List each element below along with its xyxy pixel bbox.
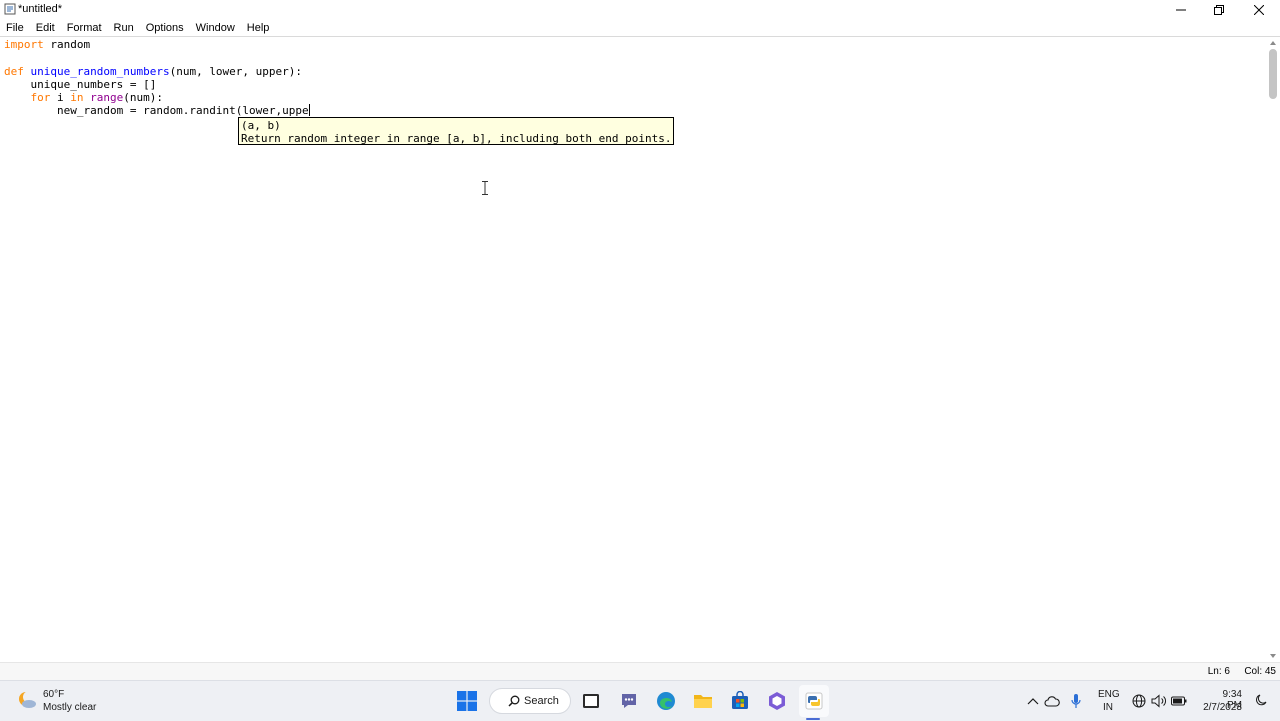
close-button[interactable] [1240,0,1278,20]
teams-chat-button[interactable] [617,689,641,713]
code-token: in [70,91,84,105]
code-token: (num, lower, upper): [169,64,303,78]
tray-overflow-button[interactable] [1025,693,1041,709]
status-line-number: Ln: 6 [1207,666,1230,677]
notification-icon [1256,694,1267,706]
speaker-icon [1151,694,1166,708]
title-bar[interactable]: *untitled* [0,0,1280,20]
start-button[interactable] [455,689,479,713]
globe-icon [1132,694,1146,708]
scroll-thumb[interactable] [1269,49,1277,99]
microphone-icon [1071,694,1081,708]
code-token: def [4,64,24,78]
scroll-down-icon[interactable] [1269,652,1277,660]
vertical-scrollbar[interactable] [1266,37,1280,662]
close-icon [1254,5,1264,15]
edge-icon [657,692,675,710]
chat-icon [622,694,636,708]
edge-browser-button[interactable] [654,689,678,713]
search-label: Search [524,695,559,707]
code-text[interactable]: import random def unique_random_numbers(… [4,38,310,118]
store-button[interactable] [728,689,752,713]
code-line[interactable]: new_random = random.randint(lower,uppe [4,104,310,117]
onedrive-button[interactable] [1044,693,1060,709]
code-line[interactable] [4,51,310,64]
status-bar: Ln: 6 Col: 45 [0,662,1280,681]
task-view-icon [583,694,599,708]
store-bag-icon [732,691,748,709]
weather-moon-cloud-icon[interactable] [16,689,38,711]
chevron-up-icon [1027,698,1039,705]
network-button[interactable] [1131,693,1147,709]
text-caret [308,104,310,117]
calltip-signature: (a, b) [241,119,281,132]
code-token: unique_random_numbers [30,64,170,78]
code-token: for [30,91,51,105]
python-idle-icon [4,3,16,15]
copilot-icon [769,692,785,710]
keyboard-region[interactable]: IN [1103,702,1113,713]
code-line[interactable]: def unique_random_numbers(num, lower, up… [4,65,310,78]
menu-run[interactable]: Run [108,19,140,37]
language-indicator[interactable]: ENG [1098,689,1120,700]
minimize-icon [1176,9,1186,11]
menu-format[interactable]: Format [61,19,108,37]
microphone-button[interactable] [1068,693,1084,709]
menu-edit[interactable]: Edit [30,19,61,37]
window-title: *untitled* [18,3,63,15]
taskbar: 60°F Mostly clear Search ENG IN 9:34 PM … [0,680,1280,721]
folder-icon [694,695,712,708]
code-token: random [43,38,91,51]
restore-icon [1214,5,1224,15]
python-idle-taskbar-button[interactable] [802,689,826,713]
menu-window[interactable]: Window [190,19,241,37]
mouse-ibeam-cursor-icon [482,181,488,195]
code-line[interactable]: import random [4,38,310,51]
code-token: unique_numbers = [] [4,77,157,91]
windows-logo-icon [457,691,477,711]
calltip-doc: Return random integer in range [a, b], i… [241,132,672,145]
code-token: i [50,91,71,105]
code-token: import [4,38,44,51]
cloud-icon [1044,696,1060,707]
menu-bar: File Edit Format Run Options Window Help [0,19,1280,37]
menu-file[interactable]: File [0,19,30,37]
code-token: new_random = random.randint(lower,uppe [4,104,309,118]
battery-button[interactable] [1171,693,1187,709]
menu-help[interactable]: Help [241,19,276,37]
scroll-up-icon[interactable] [1269,39,1277,47]
restore-button[interactable] [1200,0,1238,20]
python-icon [805,692,823,710]
code-editor[interactable]: import random def unique_random_numbers(… [0,37,1266,662]
battery-icon [1171,696,1187,706]
weather-temperature[interactable]: 60°F [43,689,64,700]
minimize-button[interactable] [1162,0,1200,20]
search-icon [508,695,520,707]
file-explorer-button[interactable] [691,689,715,713]
volume-button[interactable] [1151,693,1167,709]
code-line[interactable]: for i in range(num): [4,91,310,104]
copilot-button[interactable] [765,689,789,713]
status-column-number: Col: 45 [1244,666,1276,677]
code-token: range [90,91,124,105]
menu-options[interactable]: Options [140,19,190,37]
calltip-popup: (a, b) Return random integer in range [a… [238,117,674,145]
taskbar-search[interactable]: Search [489,688,571,714]
weather-description[interactable]: Mostly clear [43,702,96,713]
idle-editor-window: *untitled* File Edit Format Run Options Windo… [0,0,1280,681]
notification-button[interactable] [1252,693,1268,709]
code-token: (num): [123,91,163,105]
task-view-button[interactable] [579,689,603,713]
code-line[interactable]: unique_numbers = [] [4,78,310,91]
clock-date[interactable]: 2/7/2023 [1199,702,1242,713]
